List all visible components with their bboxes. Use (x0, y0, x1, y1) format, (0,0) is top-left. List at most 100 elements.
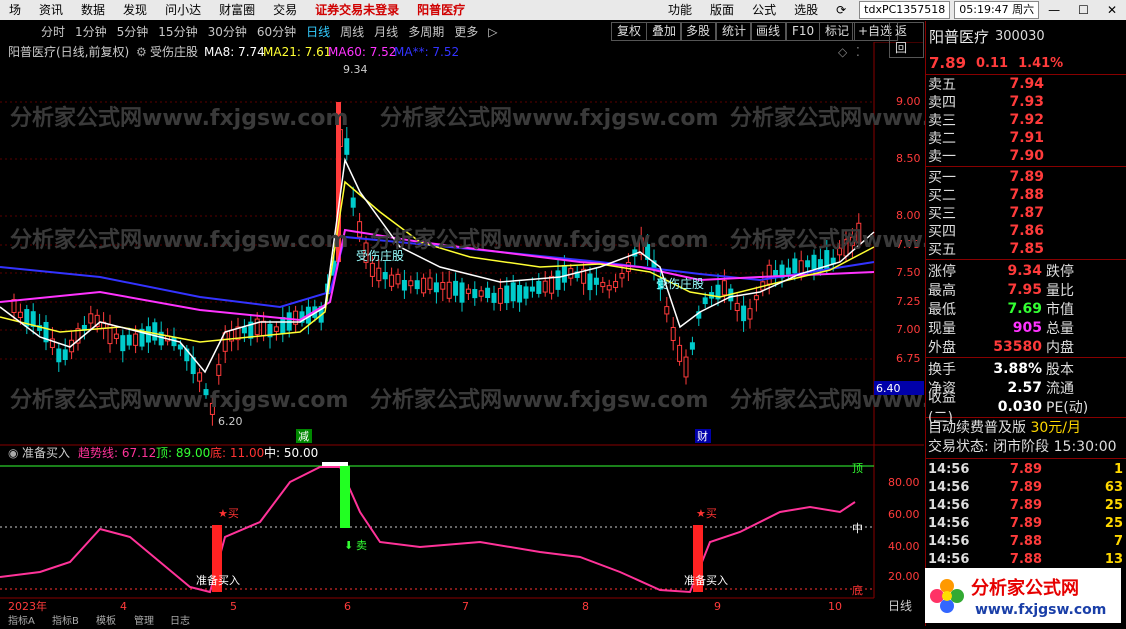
stat-row: 涨停 9.34 跌停 (926, 261, 1126, 280)
candle-body (478, 290, 484, 297)
menu-item[interactable]: 功能 (659, 0, 701, 20)
tick-price: 7.89 (1009, 461, 1042, 477)
menu-item[interactable]: 数据 (72, 0, 114, 20)
maximize-icon[interactable]: ☐ (1069, 0, 1098, 20)
period-tab[interactable]: 周线 (335, 23, 369, 40)
ask-row[interactable]: 卖一 7.90 (926, 147, 1126, 165)
period-tab[interactable]: 多周期 (403, 23, 449, 40)
toolbar-button[interactable]: 复权 (611, 22, 648, 41)
refresh-icon[interactable]: ⟳ (827, 0, 855, 20)
candle-body (120, 335, 126, 352)
bid-row[interactable]: 买四 7.86 (926, 222, 1126, 240)
period-tab-active[interactable]: 日线 (301, 23, 335, 40)
period-tab[interactable]: 分时 (36, 23, 70, 40)
trade-state-row: 交易状态: 闭市阶段 15:30:00 (926, 438, 1126, 457)
ask-label: 卖二 (928, 131, 956, 147)
tick-price: 7.88 (1009, 533, 1042, 549)
tick-row: 14:56 7.89 25 (926, 496, 1126, 514)
candle-body (491, 292, 497, 303)
candle-body (593, 277, 599, 285)
menu-item[interactable]: 选股 (785, 0, 827, 20)
candle-body (209, 402, 215, 415)
stats-block: 涨停 9.34 跌停 最高 7.95 量比 最低 7.69 市值 现量 905 总量 外盘 53580 内盘 (926, 261, 1126, 356)
cursor-price: 6.40 (876, 382, 901, 395)
dots-icon[interactable]: ⁚ (856, 45, 860, 59)
ask-row[interactable]: 卖三 7.92 (926, 111, 1126, 129)
period-tab[interactable]: 15分钟 (153, 23, 202, 40)
period-tab[interactable]: 60分钟 (252, 23, 301, 40)
period-tab[interactable]: 1分钟 (70, 23, 112, 40)
kline-chart[interactable]: 阳普医疗(日线,前复权) ⚙ 受伤庄股 MA8: 7.74 MA21: 7.61… (0, 42, 924, 627)
ma-long-label: MA**: 7.52 (394, 45, 459, 59)
bid-label: 买三 (928, 206, 956, 222)
bid-row[interactable]: 买一 7.89 (926, 168, 1126, 186)
buy-star: ★买 (696, 507, 717, 520)
sell-bar (340, 466, 350, 528)
ask-price: 7.92 (1009, 112, 1044, 128)
period-tab[interactable]: 30分钟 (203, 23, 252, 40)
bid-row[interactable]: 买二 7.88 (926, 186, 1126, 204)
ask-row[interactable]: 卖五 7.94 (926, 75, 1126, 93)
bid-label: 买一 (928, 170, 956, 186)
bid-row[interactable]: 买五 7.85 (926, 240, 1126, 258)
candle-body (785, 267, 791, 275)
login-warning[interactable]: 证券交易未登录 (306, 0, 408, 20)
menu-item[interactable]: 资讯 (30, 0, 72, 20)
candle-body (555, 270, 561, 290)
period-toolbar: 分时 1分钟 5分钟 15分钟 30分钟 60分钟 日线 周线 月线 多周期 更… (0, 21, 924, 58)
bid-row[interactable]: 买三 7.87 (926, 204, 1126, 222)
ask-row[interactable]: 卖二 7.91 (926, 129, 1126, 147)
period-tab[interactable]: 月线 (369, 23, 403, 40)
bottom-tab[interactable]: 指标A (8, 614, 35, 627)
gear-icon[interactable]: ⚙ (136, 45, 147, 59)
close-icon[interactable]: ✕ (1098, 0, 1126, 20)
period-tab[interactable]: 更多 (449, 23, 483, 40)
bid-price: 7.89 (1009, 169, 1044, 185)
menu-item[interactable]: 财富圈 (210, 0, 264, 20)
bottom-tab[interactable]: 管理 (134, 614, 154, 627)
candle-body (670, 326, 676, 341)
candle-body (453, 280, 459, 296)
candle-body (849, 236, 855, 247)
price-axis: 9.00 8.50 8.00 7.75 7.50 7.25 7.00 6.75 (896, 95, 921, 365)
stat-label-2: 内盘 (1046, 339, 1074, 356)
last-price: 7.89 (929, 54, 967, 72)
menu-item[interactable]: 问小达 (156, 0, 210, 20)
more-arrow-icon[interactable]: ▷ (483, 25, 502, 39)
bottom-tab[interactable]: 日志 (170, 614, 190, 627)
period-corner[interactable]: 日线 (888, 599, 912, 613)
toolbar-button[interactable]: 叠加 (646, 22, 683, 41)
toolbar-button[interactable]: 标记 (819, 22, 856, 41)
stat-row: 最高 7.95 量比 (926, 280, 1126, 299)
diamond-icon[interactable]: ◇ (838, 45, 848, 59)
ask-row[interactable]: 卖四 7.93 (926, 93, 1126, 111)
trade-time: 15:30:00 (1053, 439, 1117, 455)
renew-notice[interactable]: 自动续费普及版 30元/月 (926, 419, 1126, 438)
tick-price: 7.89 (1009, 515, 1042, 531)
bottom-tab[interactable]: 指标B (52, 614, 79, 627)
stat-label: 最高 (928, 282, 956, 299)
candle-body (261, 320, 267, 337)
menu-item[interactable]: 发现 (114, 0, 156, 20)
minimize-icon[interactable]: — (1039, 0, 1069, 20)
bottom-tab[interactable]: 模板 (96, 614, 116, 627)
candle-body (197, 372, 203, 382)
toolbar-button[interactable]: 统计 (716, 22, 753, 41)
price-tick: 6.75 (896, 352, 921, 365)
toolbar-button[interactable]: 多股 (680, 22, 717, 41)
menu-item[interactable]: 版面 (701, 0, 743, 20)
prep-label: 准备买入 (196, 573, 240, 587)
menu-item[interactable]: 场 (0, 0, 30, 20)
toolbar-button[interactable]: 画线 (750, 22, 787, 41)
candle-body (843, 239, 849, 257)
toolbar-button[interactable]: F10 (786, 22, 821, 41)
candle-body (549, 275, 555, 294)
menu-item[interactable]: 交易 (264, 0, 306, 20)
stat-value: 0.030 (997, 398, 1042, 415)
chart-area[interactable]: 阳普医疗(日线,前复权) ⚙ 受伤庄股 MA8: 7.74 MA21: 7.61… (0, 42, 1068, 627)
period-tab[interactable]: 5分钟 (112, 23, 154, 40)
collapse-icon[interactable]: ◉ (8, 446, 18, 460)
menu-item[interactable]: 公式 (743, 0, 785, 20)
signal-label: 受伤庄股 (656, 276, 704, 291)
candle-body (376, 267, 382, 282)
